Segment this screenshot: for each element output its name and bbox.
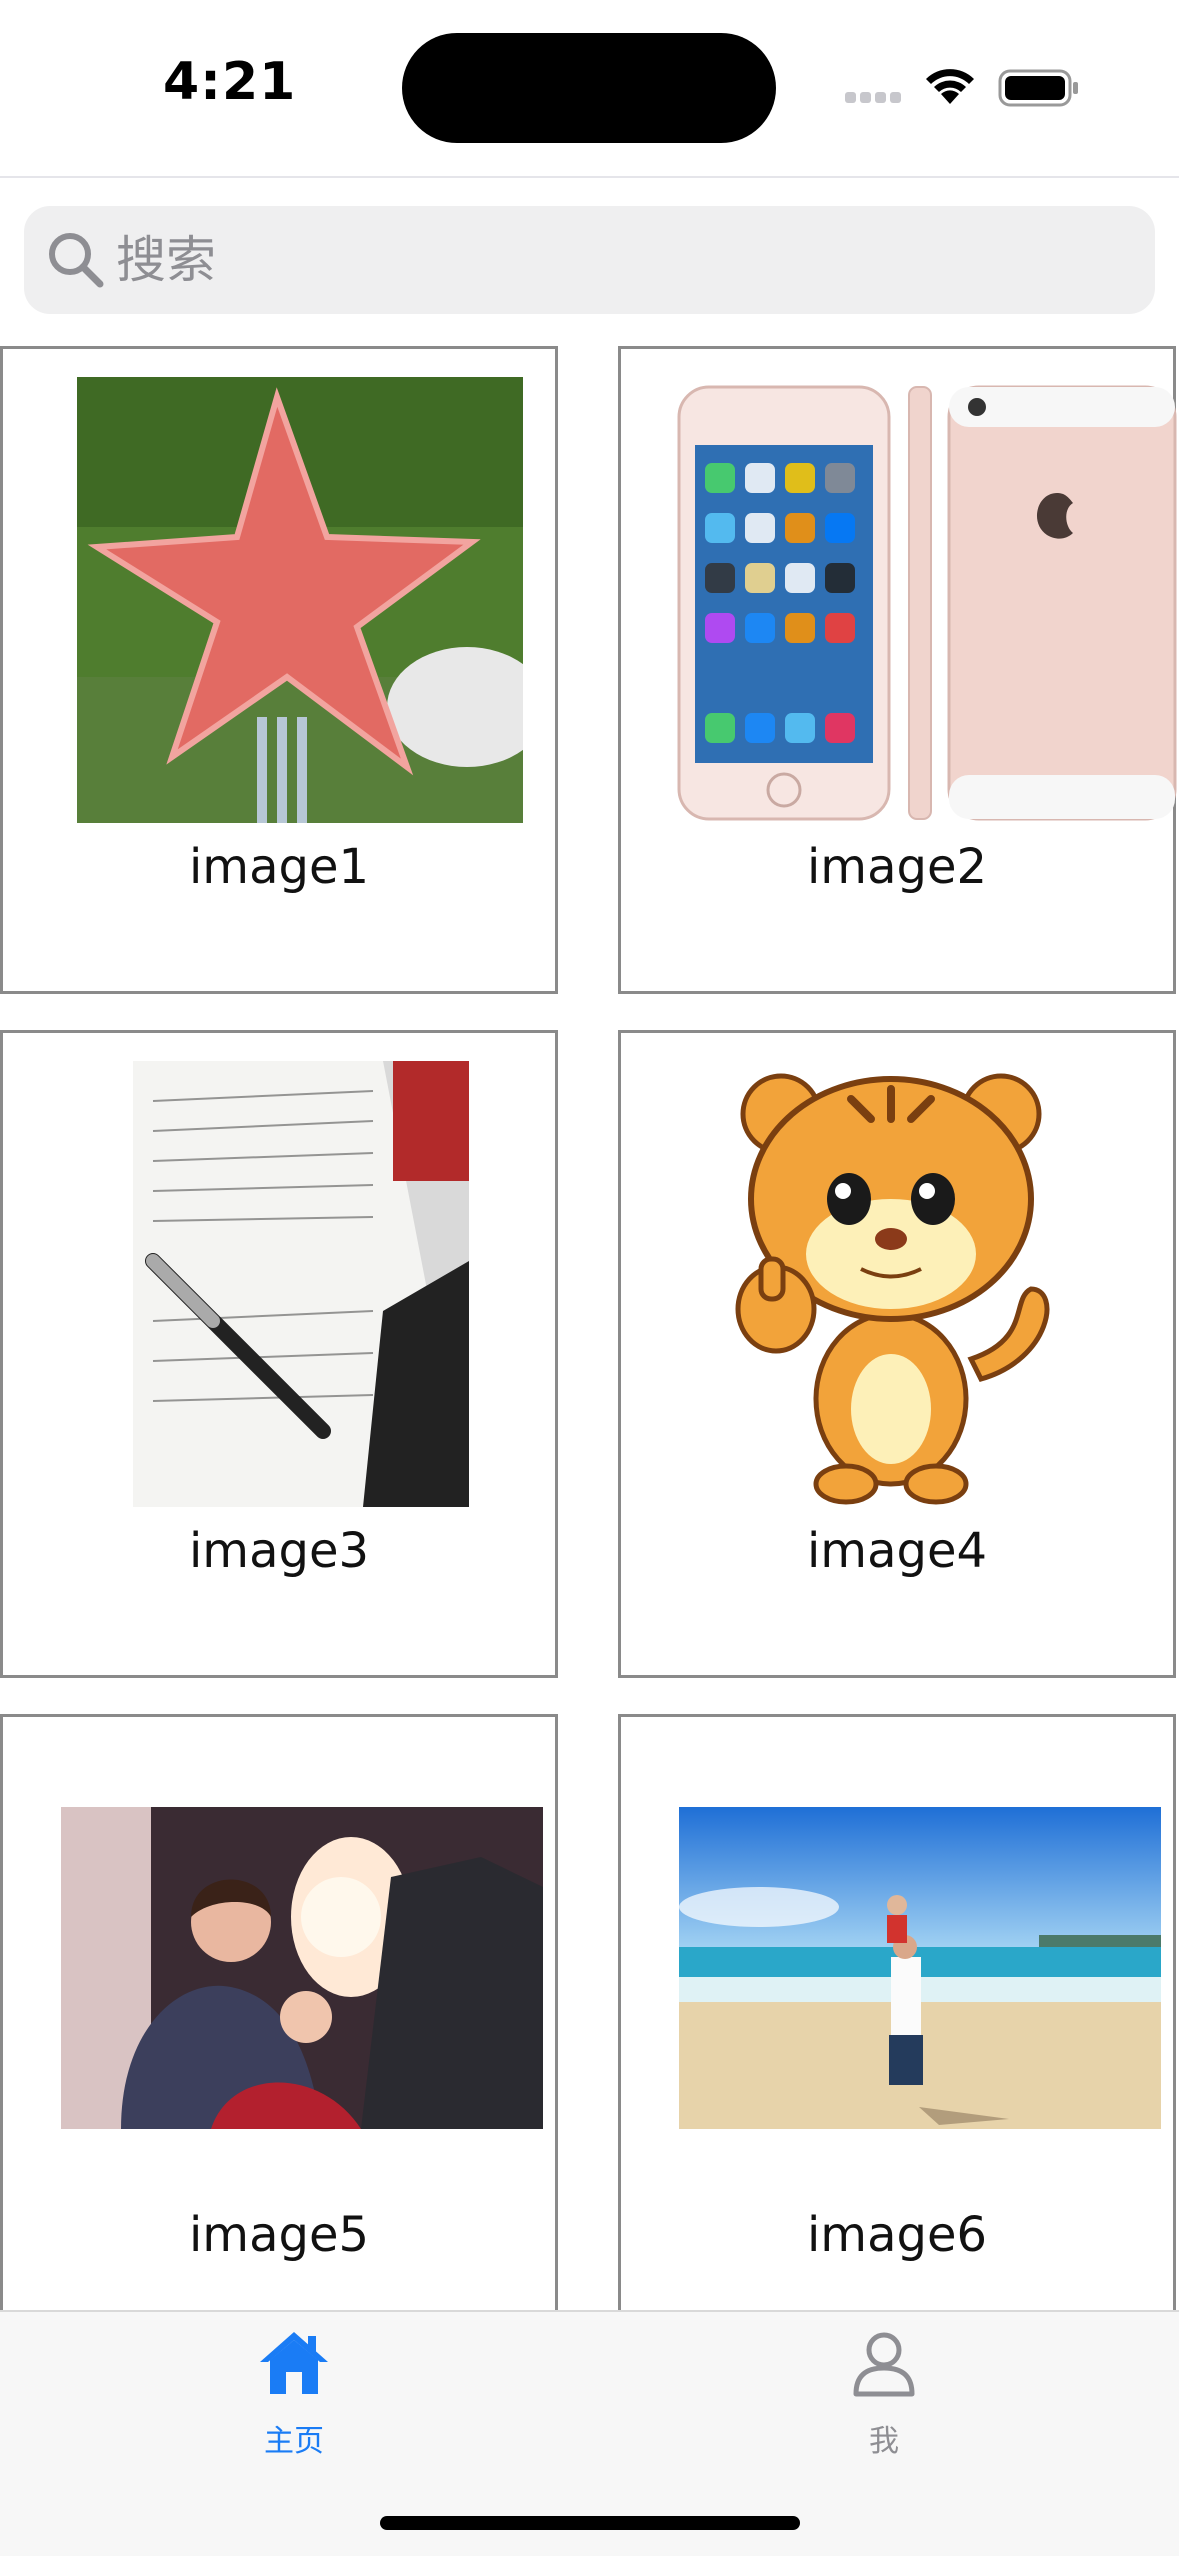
image2-label: image2 — [806, 839, 988, 895]
cellular-signal-icon — [845, 92, 903, 106]
grid-cell-image6[interactable]: image6 — [618, 1714, 1176, 2310]
image5-label: image5 — [188, 2207, 370, 2263]
status-time: 4:21 — [163, 52, 297, 112]
grid-cell-image3[interactable]: image3 — [0, 1030, 558, 1678]
image-grid: image1 image2 image3 image4 image5 image… — [0, 346, 1179, 2310]
image4-thumbnail — [731, 1059, 1091, 1509]
grid-cell-image1[interactable]: image1 — [0, 346, 558, 994]
image3-thumbnail — [133, 1061, 469, 1507]
image1-label: image1 — [188, 839, 370, 895]
image2-thumbnail — [677, 383, 1177, 823]
grid-cell-image4[interactable]: image4 — [618, 1030, 1176, 1678]
tab-me[interactable]: 我 — [734, 2312, 1034, 2472]
battery-icon — [998, 69, 1078, 107]
wifi-icon — [926, 69, 974, 104]
image6-thumbnail — [679, 1807, 1161, 2129]
search-icon — [49, 233, 104, 288]
grid-cell-image2[interactable]: image2 — [618, 346, 1177, 994]
search-placeholder: 搜索 — [116, 231, 216, 289]
image4-label: image4 — [806, 1523, 988, 1579]
header-divider — [0, 176, 1179, 178]
status-bar: 4:21 — [0, 0, 1179, 176]
person-icon — [853, 2332, 915, 2397]
search-bar[interactable]: 搜索 — [24, 206, 1155, 314]
image5-thumbnail — [61, 1807, 543, 2129]
grid-cell-image5[interactable]: image5 — [0, 1714, 558, 2310]
tab-home[interactable]: 主页 — [144, 2312, 444, 2472]
image1-thumbnail — [77, 377, 523, 823]
tab-home-label: 主页 — [264, 2424, 324, 2459]
home-indicator[interactable] — [380, 2516, 800, 2530]
house-icon — [260, 2332, 328, 2394]
tab-bar: 主页 我 — [0, 2310, 1179, 2556]
dynamic-island — [402, 33, 776, 143]
tab-me-label: 我 — [869, 2424, 899, 2459]
image6-label: image6 — [806, 2207, 988, 2263]
image3-label: image3 — [188, 1523, 370, 1579]
